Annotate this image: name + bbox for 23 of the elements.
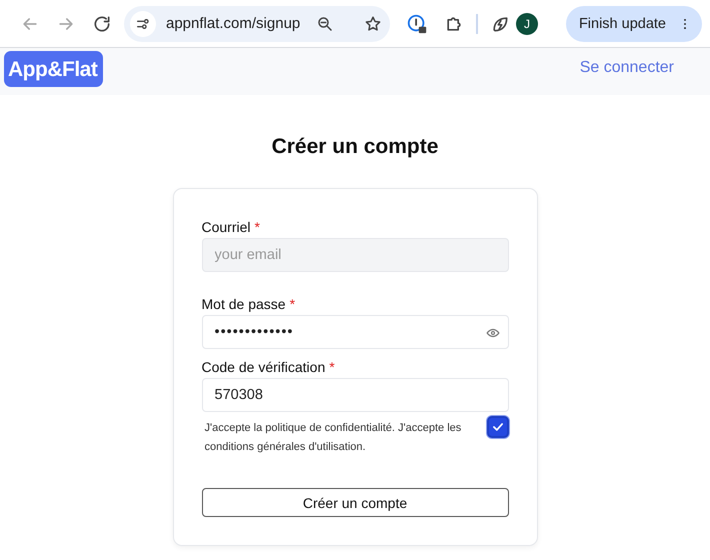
password-field[interactable]: ••••••••••••• [202,315,508,349]
zoom-out-icon[interactable] [316,14,334,32]
finish-update-button[interactable]: Finish update [566,6,702,42]
profile-avatar[interactable]: J [516,12,538,34]
field-label: Courriel [202,219,251,235]
password-manager-icon[interactable] [406,12,428,34]
check-icon [490,420,504,434]
code-field[interactable]: 570308 [202,378,508,412]
terms-checkbox[interactable] [486,416,508,438]
page-title: Créer un compte [272,135,438,159]
reload-icon[interactable] [92,14,112,34]
required-mark: * [329,359,335,375]
field-label: Mot de passe [202,296,286,312]
required-mark: * [290,296,296,312]
email-field[interactable]: your email [202,238,508,272]
required-mark: * [254,219,260,235]
eye-icon[interactable] [486,326,500,340]
field-label: Code de vérification [202,359,326,375]
app-logo[interactable]: App&Flat [4,50,104,86]
login-link[interactable]: Se connecter [580,58,674,76]
terms-text: J'accepte la politique de confidentialité. J'accepte les conditions générales d'utilisation. [204,421,462,455]
create-account-button[interactable]: Créer un compte [202,488,508,517]
bookmark-star-icon[interactable] [364,14,382,32]
